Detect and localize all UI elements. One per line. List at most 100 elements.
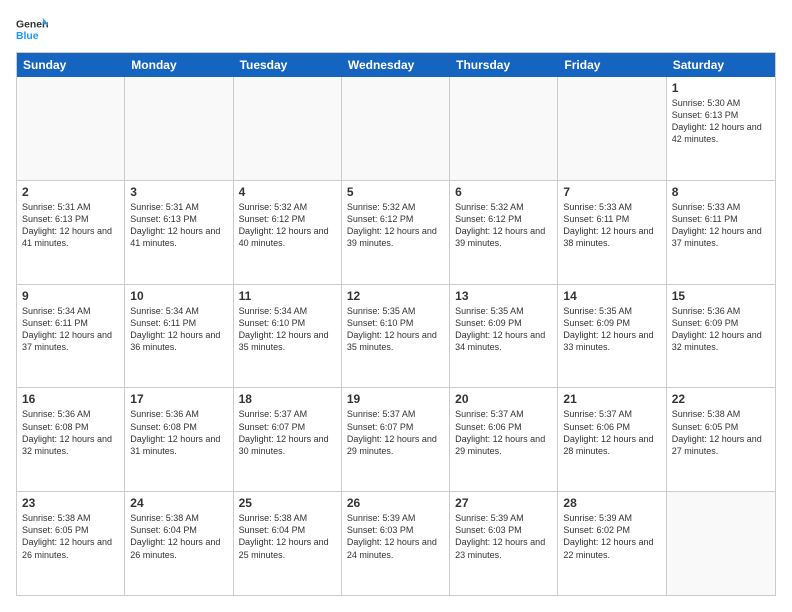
svg-text:Blue: Blue — [16, 31, 39, 42]
calendar-cell — [17, 77, 125, 180]
day-number: 7 — [563, 185, 660, 199]
day-number: 26 — [347, 496, 444, 510]
header-day-saturday: Saturday — [667, 53, 775, 77]
calendar-cell — [558, 77, 666, 180]
day-number: 11 — [239, 289, 336, 303]
day-info: Sunrise: 5:35 AM Sunset: 6:09 PM Dayligh… — [563, 305, 660, 354]
day-info: Sunrise: 5:38 AM Sunset: 6:05 PM Dayligh… — [22, 512, 119, 561]
day-number: 17 — [130, 392, 227, 406]
day-info: Sunrise: 5:33 AM Sunset: 6:11 PM Dayligh… — [672, 201, 770, 250]
calendar: SundayMondayTuesdayWednesdayThursdayFrid… — [16, 52, 776, 596]
day-number: 18 — [239, 392, 336, 406]
header-day-thursday: Thursday — [450, 53, 558, 77]
calendar-cell: 21 Sunrise: 5:37 AM Sunset: 6:06 PM Dayli… — [558, 388, 666, 491]
day-info: Sunrise: 5:34 AM Sunset: 6:10 PM Dayligh… — [239, 305, 336, 354]
day-number: 15 — [672, 289, 770, 303]
calendar-cell: 14 Sunrise: 5:35 AM Sunset: 6:09 PM Dayli… — [558, 285, 666, 388]
day-info: Sunrise: 5:31 AM Sunset: 6:13 PM Dayligh… — [130, 201, 227, 250]
calendar-header: SundayMondayTuesdayWednesdayThursdayFrid… — [17, 53, 775, 77]
day-number: 3 — [130, 185, 227, 199]
day-info: Sunrise: 5:30 AM Sunset: 6:13 PM Dayligh… — [672, 97, 770, 146]
day-info: Sunrise: 5:32 AM Sunset: 6:12 PM Dayligh… — [347, 201, 444, 250]
calendar-cell: 7 Sunrise: 5:33 AM Sunset: 6:11 PM Daylig… — [558, 181, 666, 284]
header-day-friday: Friday — [558, 53, 666, 77]
calendar-cell — [234, 77, 342, 180]
calendar-cell: 3 Sunrise: 5:31 AM Sunset: 6:13 PM Daylig… — [125, 181, 233, 284]
day-number: 20 — [455, 392, 552, 406]
day-info: Sunrise: 5:38 AM Sunset: 6:04 PM Dayligh… — [130, 512, 227, 561]
calendar-cell: 24Sunrise: 5:38 AM Sunset: 6:04 PM Dayli… — [125, 492, 233, 595]
calendar-cell: 18 Sunrise: 5:37 AM Sunset: 6:07 PM Dayli… — [234, 388, 342, 491]
day-number: 10 — [130, 289, 227, 303]
day-info: Sunrise: 5:35 AM Sunset: 6:09 PM Dayligh… — [455, 305, 552, 354]
day-info: Sunrise: 5:39 AM Sunset: 6:03 PM Dayligh… — [455, 512, 552, 561]
calendar-cell — [342, 77, 450, 180]
calendar-cell: 5 Sunrise: 5:32 AM Sunset: 6:12 PM Daylig… — [342, 181, 450, 284]
calendar-cell — [125, 77, 233, 180]
day-number: 25 — [239, 496, 336, 510]
calendar-cell: 27Sunrise: 5:39 AM Sunset: 6:03 PM Dayli… — [450, 492, 558, 595]
day-number: 2 — [22, 185, 119, 199]
calendar-cell: 11 Sunrise: 5:34 AM Sunset: 6:10 PM Dayli… — [234, 285, 342, 388]
calendar-cell: 15 Sunrise: 5:36 AM Sunset: 6:09 PM Dayli… — [667, 285, 775, 388]
day-info: Sunrise: 5:32 AM Sunset: 6:12 PM Dayligh… — [455, 201, 552, 250]
day-info: Sunrise: 5:37 AM Sunset: 6:06 PM Dayligh… — [455, 408, 552, 457]
day-number: 9 — [22, 289, 119, 303]
calendar-cell: 8 Sunrise: 5:33 AM Sunset: 6:11 PM Daylig… — [667, 181, 775, 284]
day-number: 5 — [347, 185, 444, 199]
day-info: Sunrise: 5:37 AM Sunset: 6:06 PM Dayligh… — [563, 408, 660, 457]
day-info: Sunrise: 5:39 AM Sunset: 6:02 PM Dayligh… — [563, 512, 660, 561]
day-info: Sunrise: 5:34 AM Sunset: 6:11 PM Dayligh… — [22, 305, 119, 354]
calendar-cell: 6 Sunrise: 5:32 AM Sunset: 6:12 PM Daylig… — [450, 181, 558, 284]
calendar-cell: 23Sunrise: 5:38 AM Sunset: 6:05 PM Dayli… — [17, 492, 125, 595]
day-info: Sunrise: 5:37 AM Sunset: 6:07 PM Dayligh… — [347, 408, 444, 457]
day-number: 21 — [563, 392, 660, 406]
day-number: 4 — [239, 185, 336, 199]
day-info: Sunrise: 5:36 AM Sunset: 6:08 PM Dayligh… — [22, 408, 119, 457]
page-header: General Blue — [16, 16, 776, 44]
calendar-cell: 28Sunrise: 5:39 AM Sunset: 6:02 PM Dayli… — [558, 492, 666, 595]
calendar-cell: 25 Sunrise: 5:38 AM Sunset: 6:04 PM Dayli… — [234, 492, 342, 595]
calendar-cell: 17 Sunrise: 5:36 AM Sunset: 6:08 PM Dayli… — [125, 388, 233, 491]
day-info: Sunrise: 5:37 AM Sunset: 6:07 PM Dayligh… — [239, 408, 336, 457]
calendar-cell: 26Sunrise: 5:39 AM Sunset: 6:03 PM Dayli… — [342, 492, 450, 595]
calendar-cell: 13 Sunrise: 5:35 AM Sunset: 6:09 PM Dayli… — [450, 285, 558, 388]
day-info: Sunrise: 5:31 AM Sunset: 6:13 PM Dayligh… — [22, 201, 119, 250]
calendar-cell: 20 Sunrise: 5:37 AM Sunset: 6:06 PM Dayli… — [450, 388, 558, 491]
day-number: 13 — [455, 289, 552, 303]
day-number: 14 — [563, 289, 660, 303]
calendar-cell: 10 Sunrise: 5:34 AM Sunset: 6:11 PM Dayli… — [125, 285, 233, 388]
day-info: Sunrise: 5:32 AM Sunset: 6:12 PM Dayligh… — [239, 201, 336, 250]
header-day-wednesday: Wednesday — [342, 53, 450, 77]
calendar-page: General Blue SundayMondayTuesdayWednesda… — [0, 0, 792, 612]
day-number: 8 — [672, 185, 770, 199]
calendar-cell: 12Sunrise: 5:35 AM Sunset: 6:10 PM Dayli… — [342, 285, 450, 388]
day-info: Sunrise: 5:33 AM Sunset: 6:11 PM Dayligh… — [563, 201, 660, 250]
calendar-row-2: 9 Sunrise: 5:34 AM Sunset: 6:11 PM Daylig… — [17, 285, 775, 389]
day-number: 19 — [347, 392, 444, 406]
calendar-cell — [450, 77, 558, 180]
header-day-monday: Monday — [125, 53, 233, 77]
day-number: 12 — [347, 289, 444, 303]
calendar-cell: 16 Sunrise: 5:36 AM Sunset: 6:08 PM Dayli… — [17, 388, 125, 491]
day-number: 6 — [455, 185, 552, 199]
calendar-row-0: 1 Sunrise: 5:30 AM Sunset: 6:13 PM Daylig… — [17, 77, 775, 181]
calendar-row-3: 16 Sunrise: 5:36 AM Sunset: 6:08 PM Dayli… — [17, 388, 775, 492]
logo: General Blue — [16, 16, 48, 44]
day-info: Sunrise: 5:38 AM Sunset: 6:05 PM Dayligh… — [672, 408, 770, 457]
calendar-cell: 9 Sunrise: 5:34 AM Sunset: 6:11 PM Daylig… — [17, 285, 125, 388]
day-number: 16 — [22, 392, 119, 406]
calendar-cell: 1 Sunrise: 5:30 AM Sunset: 6:13 PM Daylig… — [667, 77, 775, 180]
day-number: 1 — [672, 81, 770, 95]
calendar-row-1: 2 Sunrise: 5:31 AM Sunset: 6:13 PM Daylig… — [17, 181, 775, 285]
day-info: Sunrise: 5:38 AM Sunset: 6:04 PM Dayligh… — [239, 512, 336, 561]
header-day-tuesday: Tuesday — [234, 53, 342, 77]
calendar-cell: 22Sunrise: 5:38 AM Sunset: 6:05 PM Dayli… — [667, 388, 775, 491]
day-info: Sunrise: 5:34 AM Sunset: 6:11 PM Dayligh… — [130, 305, 227, 354]
calendar-cell: 2 Sunrise: 5:31 AM Sunset: 6:13 PM Daylig… — [17, 181, 125, 284]
day-info: Sunrise: 5:36 AM Sunset: 6:08 PM Dayligh… — [130, 408, 227, 457]
calendar-cell: 19 Sunrise: 5:37 AM Sunset: 6:07 PM Dayli… — [342, 388, 450, 491]
calendar-cell — [667, 492, 775, 595]
day-info: Sunrise: 5:36 AM Sunset: 6:09 PM Dayligh… — [672, 305, 770, 354]
header-day-sunday: Sunday — [17, 53, 125, 77]
